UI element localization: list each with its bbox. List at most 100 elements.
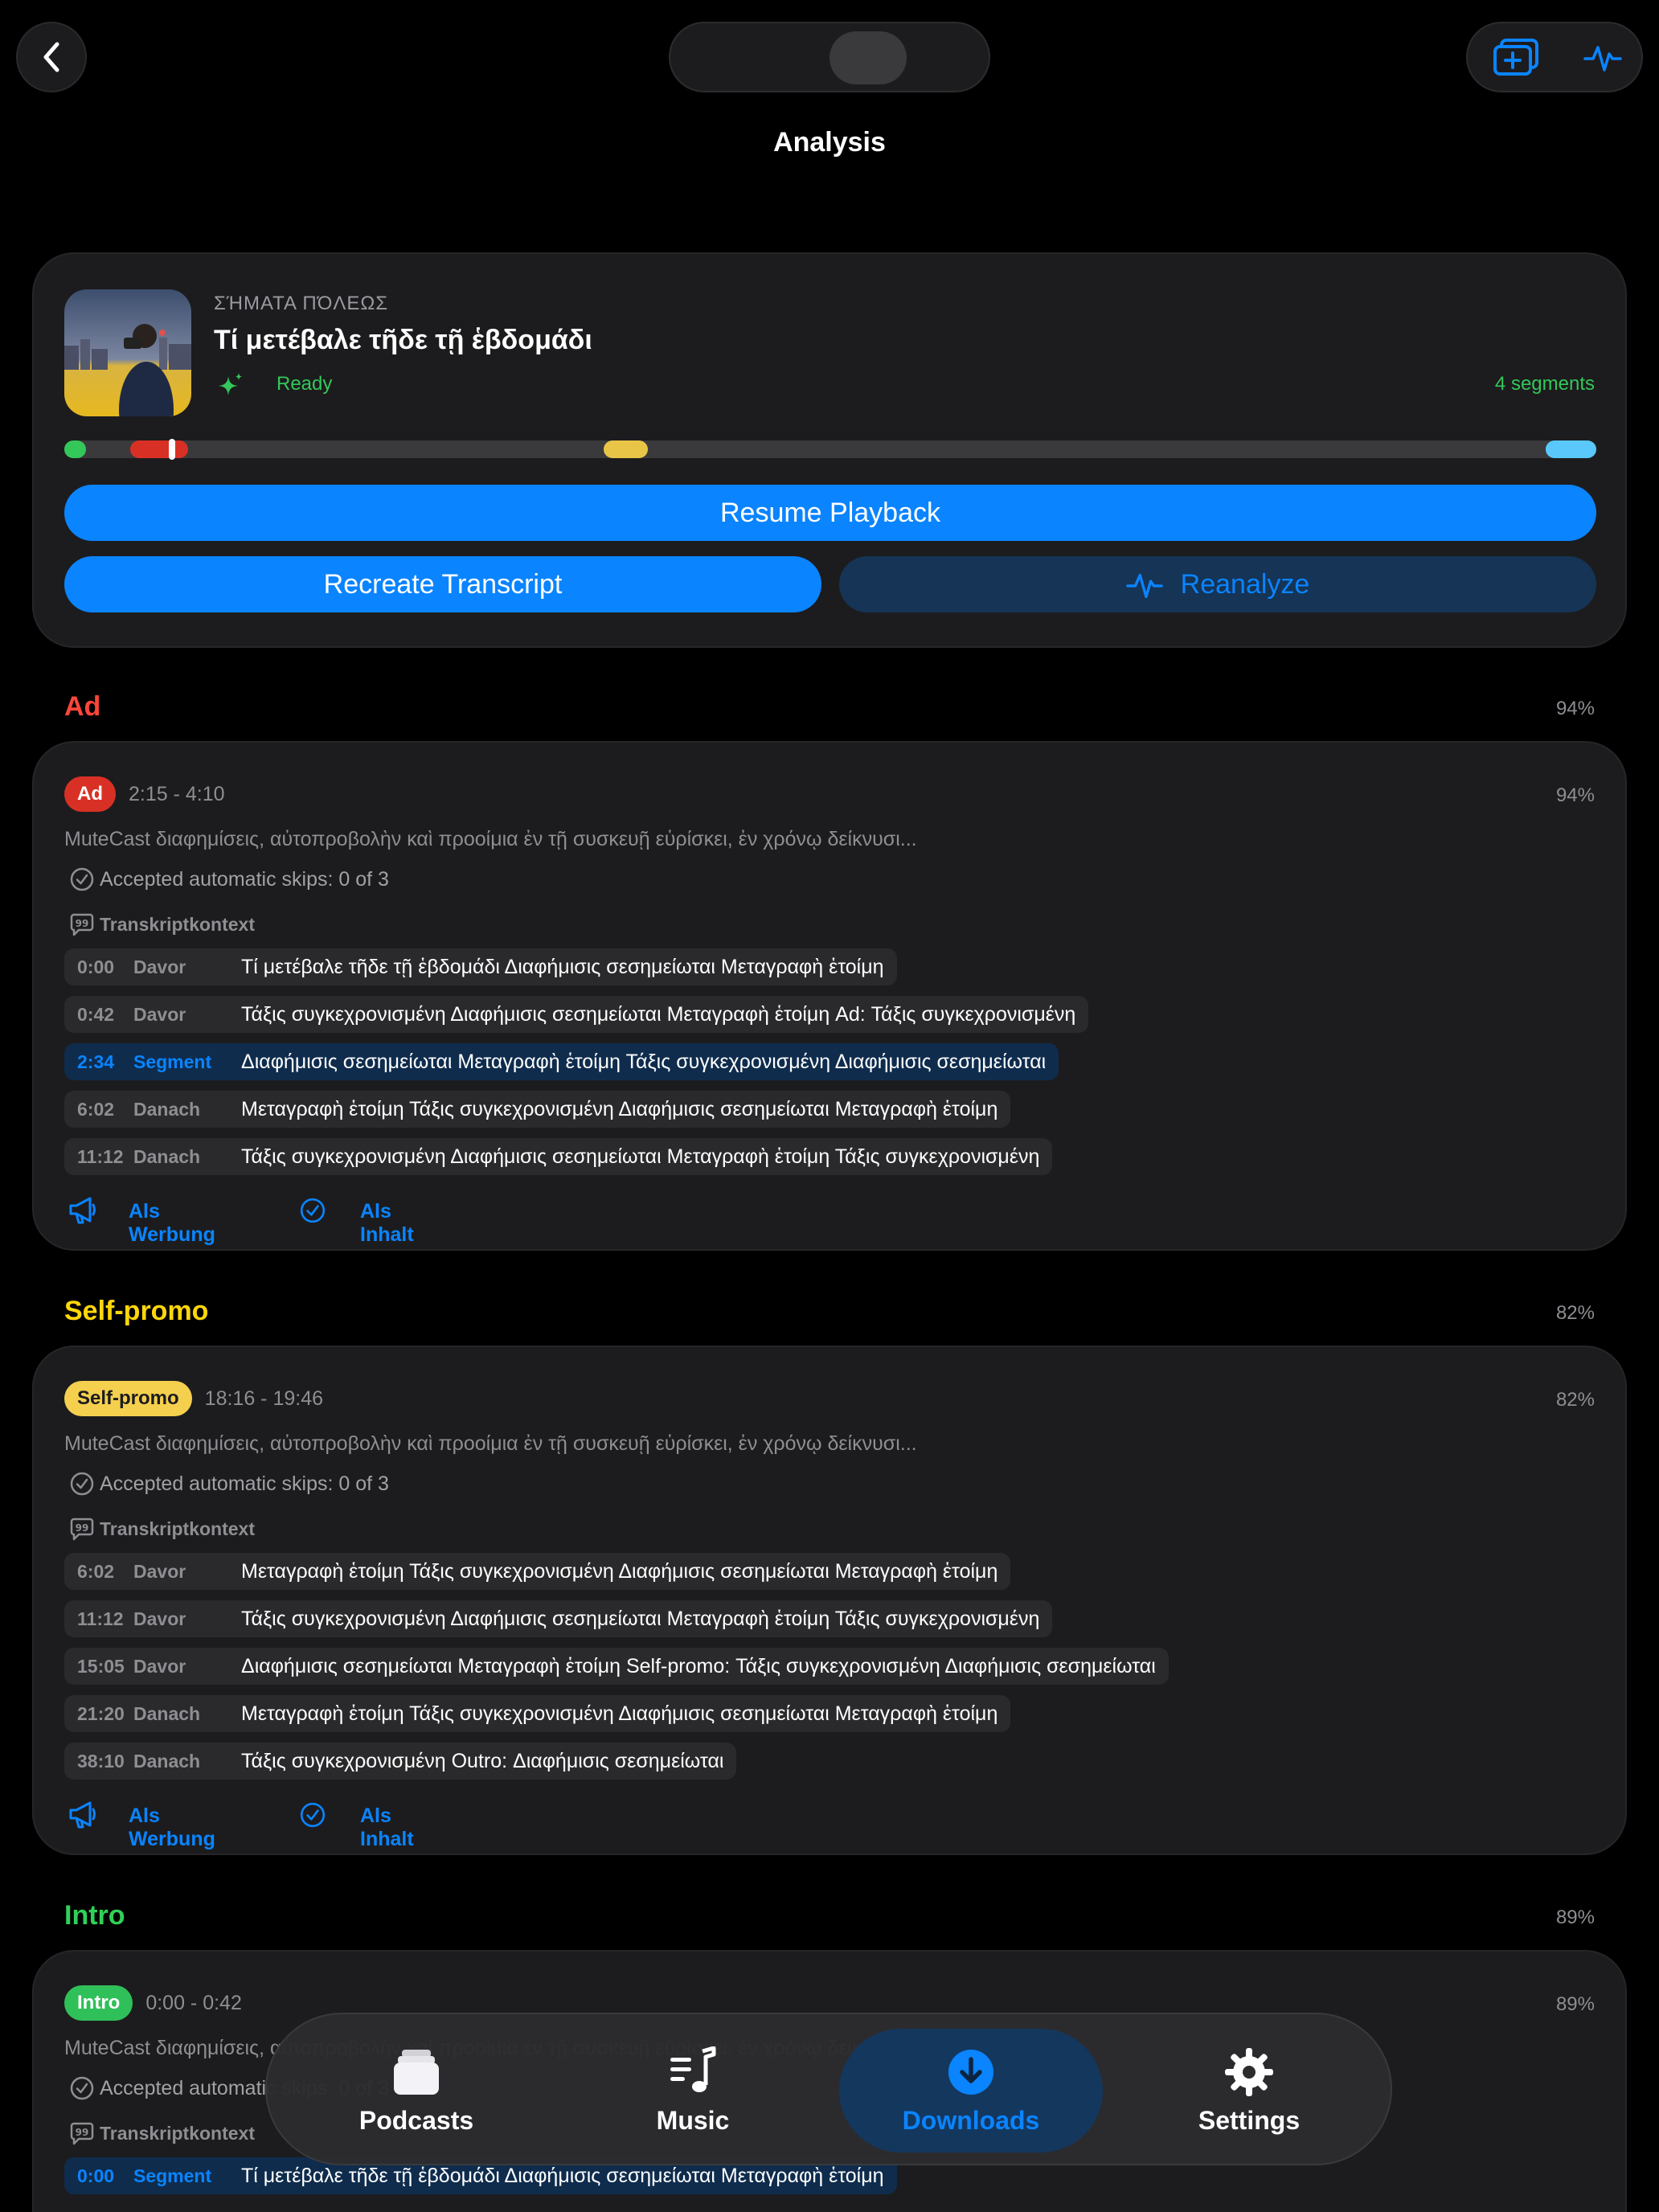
add-to-queue-icon[interactable] bbox=[1492, 37, 1540, 77]
segment-badge: Intro bbox=[64, 1985, 133, 2021]
transcript-row[interactable]: 2:34 Segment Διαφήμισις σεσημείωται Μεταγρ… bbox=[64, 1043, 1059, 1080]
row-speaker: Davor bbox=[133, 1608, 186, 1629]
timeline-segment-ad[interactable] bbox=[129, 440, 189, 458]
segment-confidence: 82% bbox=[1555, 1389, 1595, 1411]
check-circle-icon bbox=[70, 1472, 94, 1496]
transcript-row[interactable]: 11:12 Davor Τάξις συγκεχρονισμένη Διαφήμισ… bbox=[64, 1600, 1053, 1637]
row-text: Τάξις συγκεχρονισμένη Διαφήμισις σεσημεί… bbox=[241, 1002, 1076, 1026]
sheet-grabber[interactable] bbox=[669, 22, 990, 92]
row-timestamp: 15:05 bbox=[77, 1655, 125, 1677]
section-percent-ad: 94% bbox=[1555, 698, 1595, 719]
svg-text:99: 99 bbox=[76, 2127, 89, 2138]
check-circle-icon bbox=[70, 2076, 94, 2100]
row-text: Τί μετέβαλε τῆδε τῇ ἑβδομάδι Διαφήμισις … bbox=[241, 955, 884, 978]
svg-text:99: 99 bbox=[76, 1522, 89, 1534]
segment-time-range: 0:00 - 0:42 bbox=[145, 1991, 242, 2014]
mark-as-content-button[interactable]: Als Inhalt bbox=[360, 1804, 414, 1851]
timeline-segment-intro[interactable] bbox=[64, 440, 86, 458]
podcasts-stack-icon bbox=[394, 2049, 439, 2095]
segment-confidence: 89% bbox=[1555, 1993, 1595, 2015]
row-timestamp: 0:00 bbox=[77, 956, 115, 977]
row-text: Διαφήμισις σεσημείωται Μεταγραφὴ ἑτοίμη … bbox=[241, 1050, 1047, 1073]
row-text: Μεταγραφὴ ἑτοίμη Τάξις συγκεχρονισμένη Δ… bbox=[241, 1702, 998, 1725]
row-timestamp: 11:12 bbox=[77, 1145, 124, 1167]
segment-card-ad[interactable]: Ad 2:15 - 4:10 94% MuteCast διαφημίσεις,… bbox=[32, 741, 1627, 1251]
segment-description: MuteCast διαφημίσεις, αὐτοπροβολὴν καὶ π… bbox=[64, 828, 917, 850]
show-name: ΣΉΜΑΤΑ ΠΌΛΕΩΣ bbox=[214, 293, 389, 314]
transcript-row[interactable]: 11:12 Danach Τάξις συγκεχρονισμένη Διαφήμι… bbox=[64, 1138, 1053, 1175]
mark-as-content-button[interactable]: Als Inhalt bbox=[360, 1200, 414, 1247]
check-circle-icon bbox=[70, 867, 94, 891]
transcript-row[interactable]: 38:10 Danach Τάξις συγκεχρονισμένη Outro: … bbox=[64, 1743, 737, 1780]
mark-as-ad-button[interactable]: Als Werbung bbox=[129, 1804, 215, 1851]
quote-bubble-icon: 99 bbox=[70, 1518, 94, 1541]
episode-card: ΣΉΜΑΤΑ ΠΌΛΕΩΣ Τί μετέβαλε τῆδε τῇ ἑβδομά… bbox=[32, 252, 1627, 648]
row-timestamp: 0:00 bbox=[77, 2165, 115, 2186]
tab-label: Downloads bbox=[902, 2105, 1040, 2135]
row-text: Διαφήμισις σεσημείωται Μεταγραφὴ ἑτοίμη … bbox=[241, 1654, 1156, 1677]
reanalyze-button[interactable]: Reanalyze bbox=[839, 556, 1596, 612]
megaphone-icon[interactable] bbox=[68, 1196, 98, 1225]
transcript-row[interactable]: 6:02 Davor Μεταγραφὴ ἑτοίμη Τάξις συγκεχρο… bbox=[64, 1553, 1011, 1590]
row-speaker: Danach bbox=[133, 1145, 201, 1167]
tab-settings[interactable]: Settings bbox=[1117, 2029, 1381, 2153]
row-speaker: Danach bbox=[133, 1702, 201, 1724]
quote-bubble-icon: 99 bbox=[70, 913, 94, 936]
row-speaker: Segment bbox=[133, 1051, 212, 1072]
row-timestamp: 0:42 bbox=[77, 1003, 115, 1025]
back-button[interactable] bbox=[16, 22, 87, 92]
download-circle-icon bbox=[948, 2049, 993, 2095]
row-timestamp: 6:02 bbox=[77, 1560, 115, 1582]
mark-as-ad-button[interactable]: Als Werbung bbox=[129, 1200, 215, 1247]
section-percent-self-promo: 82% bbox=[1555, 1302, 1595, 1324]
playhead-marker[interactable] bbox=[168, 439, 175, 460]
row-text: Τάξις συγκεχρονισμένη Διαφήμισις σεσημεί… bbox=[241, 1607, 1040, 1630]
transcript-row[interactable]: 6:02 Danach Μεταγραφὴ ἑτοίμη Τάξις συγκεχρ… bbox=[64, 1091, 1011, 1128]
transcript-row[interactable]: 15:05 Davor Διαφήμισις σεσημείωται Μεταγρα… bbox=[64, 1648, 1169, 1685]
row-timestamp: 2:34 bbox=[77, 1051, 115, 1072]
accepted-skips-text: Accepted automatic skips: 0 of 3 bbox=[100, 1472, 389, 1495]
segment-time-range: 18:16 - 19:46 bbox=[204, 1387, 324, 1410]
sparkle-icon bbox=[219, 373, 242, 395]
section-title-intro: Intro bbox=[64, 1900, 125, 1931]
tab-downloads[interactable]: Downloads bbox=[839, 2029, 1103, 2153]
row-speaker: Davor bbox=[133, 1560, 186, 1582]
row-speaker: Segment bbox=[133, 2165, 212, 2186]
page-title: Analysis bbox=[773, 127, 886, 158]
timeline-segment-self-promo[interactable] bbox=[603, 440, 649, 458]
row-text: Τάξις συγκεχρονισμένη Outro: Διαφήμισις … bbox=[241, 1749, 724, 1772]
row-speaker: Danach bbox=[133, 1098, 201, 1120]
timeline-segment-outro[interactable] bbox=[1546, 440, 1596, 458]
transcript-context-label: Transkriptkontext bbox=[100, 2122, 255, 2144]
section-title-self-promo: Self-promo bbox=[64, 1296, 209, 1326]
episode-title: Τί μετέβαλε τῆδε τῇ ἑβδομάδι bbox=[214, 325, 592, 355]
segment-time-range: 2:15 - 4:10 bbox=[129, 782, 225, 805]
waveform-analysis-icon[interactable] bbox=[1583, 38, 1622, 76]
row-text: Μεταγραφὴ ἑτοίμη Τάξις συγκεχρονισμένη Δ… bbox=[241, 1097, 998, 1120]
tab-podcasts[interactable]: Podcasts bbox=[285, 2029, 548, 2153]
tab-label: Settings bbox=[1198, 2105, 1301, 2135]
analysis-status: Ready bbox=[276, 373, 333, 395]
segment-badge: Ad bbox=[64, 776, 116, 812]
recreate-transcript-button[interactable]: Recreate Transcript bbox=[64, 556, 821, 612]
segment-card-self-promo[interactable]: Self-promo 18:16 - 19:46 82% MuteCast δι… bbox=[32, 1346, 1627, 1855]
tab-label: Podcasts bbox=[358, 2105, 474, 2135]
check-circle-icon[interactable] bbox=[299, 1197, 326, 1224]
transcript-context-label: Transkriptkontext bbox=[100, 913, 255, 935]
segment-badge: Self-promo bbox=[64, 1381, 192, 1416]
resume-playback-button[interactable]: Resume Playback bbox=[64, 485, 1596, 541]
segment-count: 4 segments bbox=[1494, 373, 1595, 395]
check-circle-icon[interactable] bbox=[299, 1801, 326, 1829]
transcript-row[interactable]: 0:42 Davor Τάξις συγκεχρονισμένη Διαφήμισι… bbox=[64, 996, 1089, 1033]
megaphone-icon[interactable] bbox=[68, 1800, 98, 1829]
segment-timeline[interactable] bbox=[64, 439, 1596, 460]
accepted-skips-text: Accepted automatic skips: 0 of 3 bbox=[100, 867, 389, 891]
transcript-row[interactable]: 0:00 Davor Τί μετέβαλε τῆδε τῇ ἑβδομάδι Δι… bbox=[64, 948, 897, 985]
transcript-row[interactable]: 21:20 Danach Μεταγραφὴ ἑτοίμη Τάξις συγκεχ… bbox=[64, 1695, 1011, 1732]
transcript-context-label: Transkriptkontext bbox=[100, 1518, 255, 1539]
tab-bar: Podcasts Music Downloads Settings bbox=[265, 2013, 1392, 2165]
row-timestamp: 11:12 bbox=[77, 1608, 124, 1629]
row-text: Τί μετέβαλε τῆδε τῇ ἑβδομάδι Διαφήμισις … bbox=[241, 2164, 884, 2187]
tab-music[interactable]: Music bbox=[561, 2029, 825, 2153]
chevron-left-icon bbox=[43, 42, 59, 72]
